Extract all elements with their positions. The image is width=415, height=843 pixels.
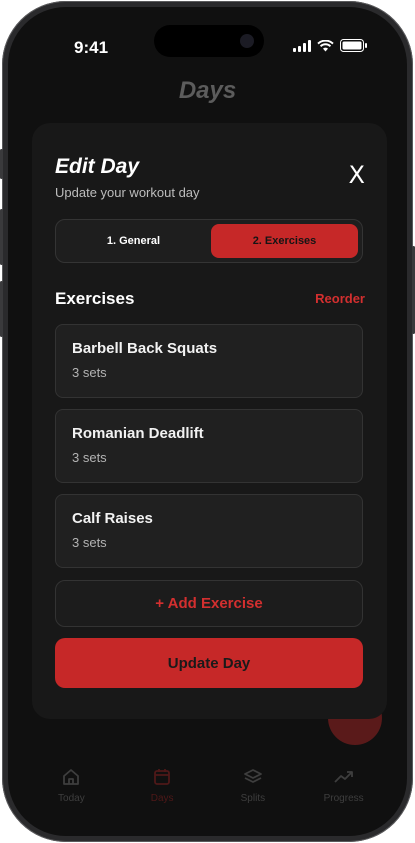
battery-icon [340,39,367,52]
phone-frame: 9:41 Days Today Days Splits Progress Edi… [0,1,415,842]
modal-subtitle: Update your workout day [55,185,200,200]
exercise-card[interactable]: Barbell Back Squats 3 sets [55,324,363,398]
exercise-sets: 3 sets [72,535,107,550]
exercise-name: Barbell Back Squats [72,340,218,357]
exercise-sets: 3 sets [72,365,107,380]
exercise-sets: 3 sets [72,450,107,465]
tab-days[interactable]: Days [127,767,197,827]
action-button [0,149,3,179]
page-title: Days [178,77,237,104]
calendar-icon [154,769,171,785]
home-icon [63,769,80,785]
tab-today[interactable]: Today [36,767,106,827]
wifi-icon [317,39,334,51]
exercise-card[interactable]: Calf Raises 3 sets [55,494,363,568]
exercise-name: Calf Raises [72,510,153,527]
tab-splits[interactable]: Splits [218,767,288,827]
tab-progress[interactable]: Progress [309,767,379,827]
section-title: Exercises [55,289,135,308]
exercise-card[interactable]: Romanian Deadlift 3 sets [55,409,363,483]
tab-bar: Today Days Splits Progress [8,767,407,827]
tab-label: Progress [323,793,364,804]
screen: 9:41 Days Today Days Splits Progress Edi… [8,7,407,836]
tab-label: Days [150,793,174,804]
signal-icon [293,39,311,52]
reorder-button[interactable]: Reorder [315,291,365,306]
add-exercise-button[interactable]: + Add Exercise [55,580,363,627]
tab-exercises[interactable]: 2. Exercises [211,224,358,258]
tab-label: Today [58,793,85,804]
tab-label: Splits [240,793,266,804]
camera-icon [240,34,254,48]
status-icons [293,39,367,52]
status-time: 9:41 [74,38,109,57]
modal-title: Edit Day [55,155,140,178]
close-button[interactable]: X [349,161,365,189]
layers-icon [243,769,262,783]
volume-down-button [0,281,3,337]
trending-up-icon [333,771,353,783]
update-day-button[interactable]: Update Day [55,638,363,688]
tab-general[interactable]: 1. General [60,224,207,258]
dynamic-island [154,25,264,57]
step-tabs: 1. General 2. Exercises [55,219,363,263]
edit-day-modal: Edit Day Update your workout day X 1. Ge… [32,123,387,719]
exercise-name: Romanian Deadlift [72,425,204,442]
volume-up-button [0,209,3,265]
